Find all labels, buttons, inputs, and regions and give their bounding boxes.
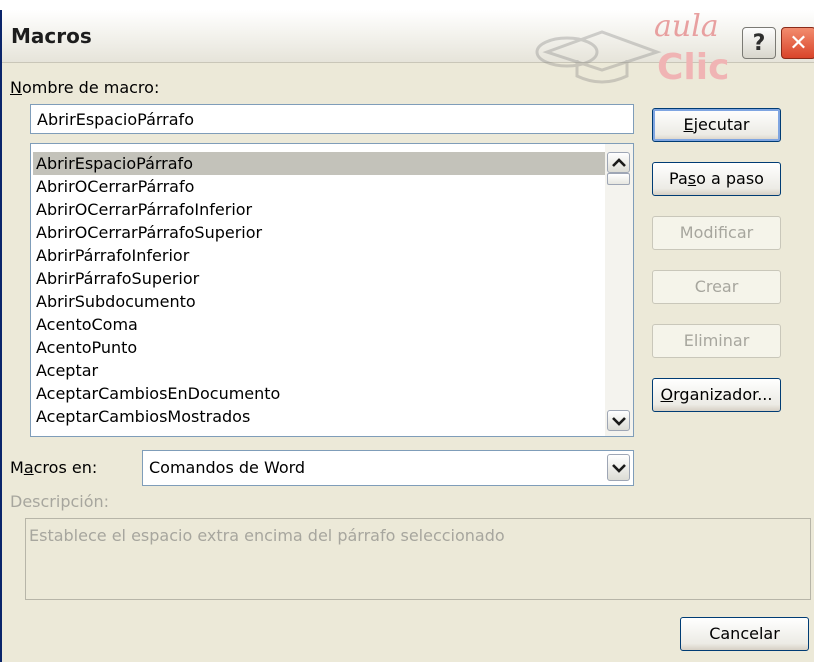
chevron-up-icon — [611, 157, 626, 167]
watermark-text-aula: aula — [654, 9, 719, 44]
list-item[interactable]: AbrirOCerrarPárrafo — [33, 175, 611, 198]
edit-button[interactable]: Modificar — [652, 216, 781, 250]
description-box: Establece el espacio extra encima del pá… — [25, 518, 811, 600]
list-item[interactable]: AbrirOCerrarPárrafoSuperior — [33, 221, 611, 244]
macros-in-value: Comandos de Word — [149, 458, 306, 477]
watermark-text-clic: Clic — [657, 47, 730, 88]
list-item[interactable]: Aceptar — [33, 359, 611, 382]
title-bar[interactable]: Macros aula Clic ? ✕ — [2, 9, 814, 86]
list-item[interactable]: AceptarCambiosMostrados — [33, 405, 611, 428]
close-button[interactable]: ✕ — [781, 27, 814, 59]
list-item[interactable]: AcentoComa — [33, 313, 611, 336]
chevron-down-icon — [611, 416, 626, 426]
list-item[interactable]: AbrirOCerrarPárrafoInferior — [33, 198, 611, 221]
macro-list[interactable]: AbrirEspacioPárrafo AbrirOCerrarPárrafo … — [30, 143, 634, 437]
list-item[interactable]: AbrirSubdocumento — [33, 290, 611, 313]
scroll-thumb[interactable] — [607, 173, 630, 185]
scroll-up-button[interactable] — [607, 152, 630, 173]
list-item[interactable]: AbrirPárrafoInferior — [33, 244, 611, 267]
list-scrollbar[interactable] — [605, 144, 633, 436]
delete-button[interactable]: Eliminar — [652, 324, 781, 358]
cancel-button[interactable]: Cancelar — [680, 617, 809, 651]
run-button[interactable]: Ejecutar — [652, 108, 781, 142]
dropdown-button[interactable] — [607, 454, 630, 481]
list-item[interactable]: AceptarCambiosEnDocumento — [33, 382, 611, 405]
list-item[interactable]: AbrirPárrafoSuperior — [33, 267, 611, 290]
organizer-button[interactable]: Organizador... — [652, 378, 781, 412]
macro-name-label: Nombre de macro: — [10, 78, 160, 97]
help-button[interactable]: ? — [742, 27, 776, 59]
window-title: Macros — [11, 24, 92, 48]
scroll-down-button[interactable] — [607, 410, 630, 431]
description-label: Descripción: — [10, 492, 110, 511]
macros-dialog: Macros aula Clic ? ✕ Nombre de macro: Ab… — [0, 10, 814, 662]
step-button[interactable]: Paso a paso — [652, 162, 781, 196]
macro-name-input[interactable]: AbrirEspacioPárrafo — [30, 104, 634, 134]
list-item[interactable]: AbrirEspacioPárrafo — [33, 152, 611, 175]
macros-in-label: Macros en: — [10, 458, 98, 477]
list-item[interactable]: AcentoPunto — [33, 336, 611, 359]
macros-in-select[interactable]: Comandos de Word — [142, 450, 634, 486]
chevron-down-icon — [611, 463, 626, 473]
question-icon: ? — [752, 30, 766, 56]
close-icon: ✕ — [789, 30, 808, 56]
create-button[interactable]: Crear — [652, 270, 781, 304]
